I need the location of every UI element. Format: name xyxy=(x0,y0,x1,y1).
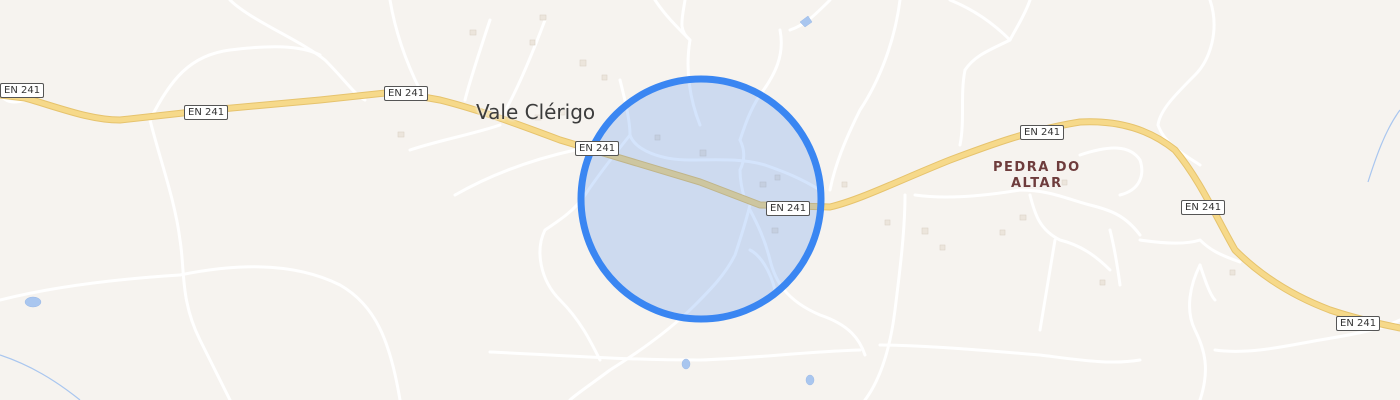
minor-road xyxy=(1188,263,1207,400)
minor-road xyxy=(1138,238,1242,264)
pond xyxy=(24,296,42,308)
minor-road xyxy=(828,0,902,192)
minor-road xyxy=(0,273,182,302)
minor-road xyxy=(1078,146,1144,197)
place-label-line: ALTAR xyxy=(1011,176,1063,191)
minor-road xyxy=(453,148,577,197)
minor-road xyxy=(1198,263,1217,302)
minor-road xyxy=(1038,238,1057,332)
minor-road xyxy=(680,0,692,42)
road-shield-en241: EN 241 xyxy=(575,141,620,156)
road-shield-en241: EN 241 xyxy=(184,105,229,120)
road-shield-en241: EN 241 xyxy=(1336,316,1381,331)
place-label-pedra-do-altar: PEDRA DO ALTAR xyxy=(993,160,1081,192)
minor-road xyxy=(148,118,232,400)
buildings xyxy=(397,14,1236,286)
minor-road xyxy=(488,348,862,362)
minor-road xyxy=(1008,0,1032,42)
road-shield-en241: EN 241 xyxy=(766,201,811,216)
minor-road xyxy=(408,123,502,152)
stream xyxy=(1367,109,1400,183)
minor-road xyxy=(388,0,422,92)
minor-road xyxy=(463,18,492,102)
minor-road xyxy=(788,0,832,32)
minor-road xyxy=(1108,228,1122,287)
minor-road xyxy=(913,188,1142,237)
place-label-line: PEDRA DO xyxy=(993,160,1081,175)
highlight-area-circle xyxy=(577,75,825,323)
road-shield-en241: EN 241 xyxy=(384,86,429,101)
minor-road xyxy=(178,265,402,400)
minor-road xyxy=(863,193,907,400)
map-canvas[interactable]: EN 241 EN 241 EN 241 EN 241 EN 241 EN 24… xyxy=(0,0,1400,400)
pond xyxy=(681,358,691,370)
road-shield-en241: EN 241 xyxy=(1181,200,1226,215)
minor-road xyxy=(228,0,367,102)
road-shield-en241: EN 241 xyxy=(1020,125,1065,140)
stream xyxy=(0,354,81,400)
pond xyxy=(805,374,815,386)
road-shield-en241: EN 241 xyxy=(0,83,45,98)
minor-road xyxy=(878,343,1142,364)
place-label-vale-clerigo: Vale Clérigo xyxy=(476,100,596,124)
minor-road xyxy=(948,0,1012,147)
